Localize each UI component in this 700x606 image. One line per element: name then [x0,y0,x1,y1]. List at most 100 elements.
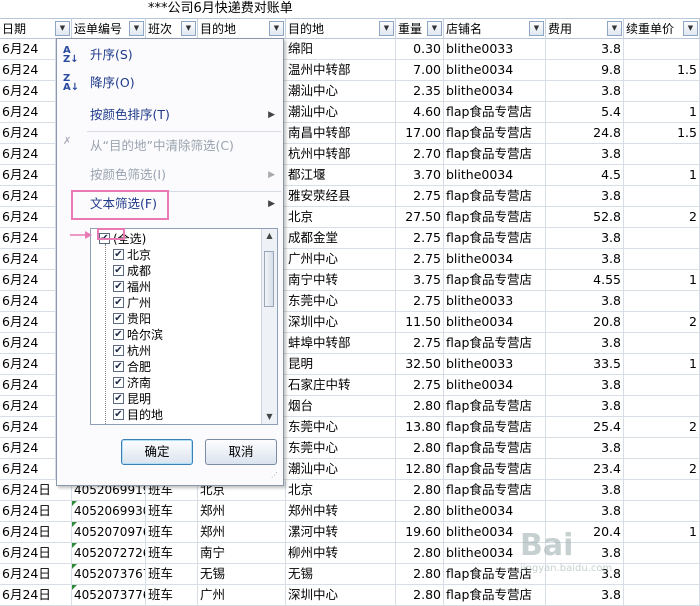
destination-cell[interactable]: 柳州中转 [286,543,396,563]
fee-cell[interactable]: 3.8 [546,228,624,248]
fee-cell[interactable]: 23.4 [546,459,624,479]
date-cell[interactable]: 6月24 [0,165,56,185]
weight-cell[interactable]: 2.75 [396,375,444,395]
waybill-cell[interactable]: 4052072726 [72,543,146,563]
shop-cell[interactable]: blithe0034 [444,501,546,521]
shift-cell[interactable]: 班车 [146,522,198,542]
weight-cell[interactable]: 7.00 [396,60,444,80]
fee-cell[interactable]: 33.5 [546,354,624,374]
weight-cell[interactable]: 2.35 [396,81,444,101]
unit-price-cell[interactable] [624,186,700,206]
destination-cell[interactable]: 雅安荥经县 [286,186,396,206]
shift-cell[interactable]: 班车 [146,543,198,563]
fee-cell[interactable]: 3.8 [546,291,624,311]
fee-cell[interactable]: 20.8 [546,312,624,332]
fee-cell[interactable]: 3.8 [546,39,624,59]
unit-price-cell[interactable] [624,396,700,416]
weight-cell[interactable]: 17.00 [396,123,444,143]
date-cell[interactable]: 6月24 [0,102,56,122]
shop-cell[interactable]: blithe0033 [444,39,546,59]
checkbox-checked-icon[interactable]: ✔ [113,329,124,340]
fee-cell[interactable]: 3.8 [546,480,624,500]
weight-cell[interactable]: 4.60 [396,102,444,122]
date-cell[interactable]: 6月24 [0,333,56,353]
fee-cell[interactable]: 3.8 [546,396,624,416]
list-scrollbar[interactable]: ▲ ▼ [261,229,277,424]
date-cell[interactable]: 6月24 [0,270,56,290]
unit-price-cell[interactable]: 2 [624,417,700,437]
unit-price-cell[interactable] [624,438,700,458]
destination-city-cell[interactable]: 南宁 [198,543,286,563]
destination-cell[interactable]: 杭州中转部 [286,144,396,164]
destination-cell[interactable]: 石家庄中转 [286,375,396,395]
fee-cell[interactable]: 3.8 [546,333,624,353]
unit-price-cell[interactable]: 2 [624,459,700,479]
unit-price-cell[interactable] [624,480,700,500]
date-cell[interactable]: 6月24日 [0,543,72,563]
shop-cell[interactable]: blithe0034 [444,81,546,101]
fee-cell[interactable]: 4.5 [546,165,624,185]
filter-dropdown-button[interactable]: ▼ [607,21,622,36]
date-cell[interactable]: 6月24 [0,123,56,143]
waybill-cell[interactable]: 4052069930 [72,501,146,521]
destination-cell[interactable]: 昆明 [286,354,396,374]
date-cell[interactable]: 6月24日 [0,501,72,521]
unit-price-cell[interactable]: 1 [624,354,700,374]
waybill-cell[interactable]: 4052073776 [72,585,146,605]
weight-cell[interactable]: 2.80 [396,543,444,563]
checkbox-checked-icon[interactable]: ✔ [113,313,124,324]
unit-price-cell[interactable]: 2 [624,207,700,227]
weight-cell[interactable]: 11.50 [396,312,444,332]
destination-city-cell[interactable]: 郑州 [198,522,286,542]
filter-dropdown-button[interactable]: ▼ [379,21,394,36]
unit-price-cell[interactable] [624,291,700,311]
weight-cell[interactable]: 2.75 [396,228,444,248]
weight-cell[interactable]: 2.75 [396,333,444,353]
checkbox-checked-icon[interactable]: ✔ [113,249,124,260]
date-cell[interactable]: 6月24 [0,438,56,458]
fee-cell[interactable]: 3.8 [546,375,624,395]
filter-dropdown-button[interactable]: ▼ [181,21,196,36]
shop-cell[interactable]: blithe0034 [444,165,546,185]
ok-button[interactable]: 确定 [121,439,193,465]
checkbox-checked-icon[interactable]: ✔ [113,393,124,404]
destination-cell[interactable]: 漯河中转 [286,522,396,542]
shop-cell[interactable]: flap食品专营店 [444,270,546,290]
unit-price-cell[interactable] [624,81,700,101]
destination-cell[interactable]: 潮汕中心 [286,81,396,101]
shop-cell[interactable]: flap食品专营店 [444,144,546,164]
date-cell[interactable]: 6月24 [0,228,56,248]
fee-cell[interactable]: 3.8 [546,438,624,458]
destination-cell[interactable]: 郑州中转 [286,501,396,521]
shop-cell[interactable]: flap食品专营店 [444,459,546,479]
weight-cell[interactable]: 2.70 [396,144,444,164]
date-cell[interactable]: 6月24 [0,60,56,80]
destination-cell[interactable]: 东莞中心 [286,438,396,458]
unit-price-cell[interactable]: 1.5 [624,123,700,143]
shop-cell[interactable]: blithe0033 [444,354,546,374]
date-cell[interactable]: 6月24日 [0,564,72,584]
weight-cell[interactable]: 2.80 [396,396,444,416]
checkbox-checked-icon[interactable]: ✔ [113,377,124,388]
fee-cell[interactable]: 24.8 [546,123,624,143]
waybill-cell[interactable]: 4052073767 [72,564,146,584]
weight-cell[interactable]: 2.80 [396,438,444,458]
date-cell[interactable]: 6月24 [0,249,56,269]
fee-cell[interactable]: 25.4 [546,417,624,437]
shop-cell[interactable]: flap食品专营店 [444,585,546,605]
destination-cell[interactable]: 潮汕中心 [286,459,396,479]
weight-cell[interactable]: 2.75 [396,291,444,311]
shop-cell[interactable]: flap食品专营店 [444,228,546,248]
scroll-thumb[interactable] [264,251,274,307]
fee-cell[interactable]: 3.8 [546,585,624,605]
weight-cell[interactable]: 3.75 [396,270,444,290]
destination-cell[interactable]: 东莞中心 [286,417,396,437]
unit-price-cell[interactable]: 2 [624,312,700,332]
date-cell[interactable]: 6月24 [0,396,56,416]
date-cell[interactable]: 6月24 [0,81,56,101]
checkbox-checked-icon[interactable]: ✔ [113,409,124,420]
filter-dropdown-button[interactable]: ▼ [427,21,442,36]
unit-price-cell[interactable] [624,228,700,248]
checkbox-checked-icon[interactable]: ✔ [113,345,124,356]
destination-cell[interactable]: 烟台 [286,396,396,416]
